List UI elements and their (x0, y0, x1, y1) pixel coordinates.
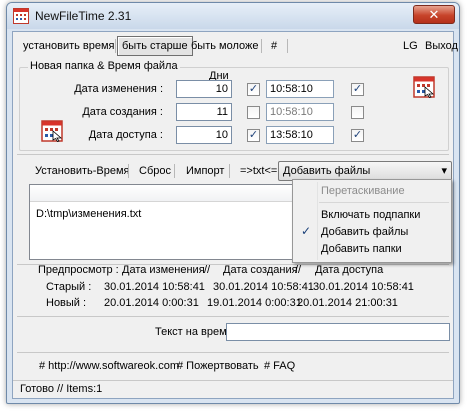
calendar-cursor-icon[interactable] (413, 76, 435, 98)
divider (17, 316, 449, 317)
menu-be-younger[interactable]: быть моложе (187, 36, 262, 56)
faq-link[interactable]: # FAQ (264, 360, 295, 372)
time-text-label: Текст на время (155, 326, 233, 338)
dropdown-menu: Перетаскивание Включать подпапки ✓ Добав… (292, 179, 452, 263)
menu-item-add-files[interactable]: Добавить файлы (321, 226, 408, 238)
modified-time-input[interactable]: 10:58:10 (266, 80, 334, 98)
accessed-time-checkbox[interactable]: ✓ (351, 129, 364, 142)
app-calendar-icon (13, 8, 29, 24)
modified-label: Дата изменения : (74, 83, 163, 95)
list-item[interactable]: D:\tmp\изменения.txt (36, 208, 141, 220)
calendar-cursor-icon[interactable] (41, 120, 63, 142)
menu-separator (319, 202, 449, 203)
created-time-input[interactable]: 10:58:10 (266, 103, 334, 121)
divider (17, 154, 449, 155)
chevron-down-icon: ▾ (441, 165, 447, 177)
preview-separator: // (295, 264, 302, 276)
old-created-value: 30.01.2014 10:58:41 (213, 281, 314, 293)
new-created-value: 19.01.2014 0:00:31 (207, 297, 302, 309)
app-window: NewFileTime 2.31 ✕ установить время быть… (6, 2, 460, 404)
created-time-checkbox[interactable] (351, 106, 364, 119)
new-label: Новый : (46, 297, 87, 309)
divider (17, 352, 449, 353)
menu-be-older[interactable]: быть старше (117, 36, 193, 56)
old-accessed-value: 30.01.2014 10:58:41 (313, 281, 414, 293)
close-button[interactable]: ✕ (413, 5, 455, 24)
menu-separator (115, 39, 116, 53)
import-button[interactable]: Импорт (186, 162, 224, 180)
modified-days-input[interactable]: 10 (176, 80, 232, 98)
created-date-checkbox[interactable] (247, 106, 260, 119)
preview-col-accessed: Дата доступа (315, 264, 384, 276)
menu-set-time[interactable]: установить время (19, 36, 119, 56)
title-bar[interactable]: NewFileTime 2.31 ✕ (7, 3, 459, 29)
toolbar-separator (128, 164, 129, 178)
menu-item-add-folders[interactable]: Добавить папки (321, 243, 402, 255)
website-link[interactable]: # http://www.softwareok.com (39, 360, 179, 372)
time-text-input[interactable] (226, 323, 450, 341)
created-days-input[interactable]: 11 (176, 103, 232, 121)
menu-separator (261, 39, 262, 53)
menu-language[interactable]: LG (399, 36, 422, 56)
preview-label: Предпросмотр : (38, 264, 119, 276)
menu-gutter (317, 182, 318, 260)
menu-hash[interactable]: # (267, 36, 281, 56)
accessed-days-input[interactable]: 10 (176, 126, 232, 144)
check-icon: ✓ (301, 224, 312, 238)
preview-col-created: Дата создания (223, 264, 298, 276)
add-files-dropdown[interactable]: Добавить файлы перетаскиванием ▾ (278, 161, 452, 195)
modified-time-checkbox[interactable]: ✓ (351, 83, 364, 96)
accessed-date-checkbox[interactable]: ✓ (247, 129, 260, 142)
old-modified-value: 30.01.2014 10:58:41 (104, 281, 205, 293)
new-accessed-value: 20.01.2014 21:00:31 (297, 297, 398, 309)
menu-header-drag-drop: Перетаскивание (321, 185, 405, 197)
accessed-time-input[interactable]: 13:58:10 (266, 126, 334, 144)
toolbar-separator (229, 164, 230, 178)
accessed-label: Дата доступа : (88, 129, 163, 141)
top-toolbar: установить время быть старше быть моложе… (13, 36, 458, 56)
menu-item-include-subfolders[interactable]: Включать подпапки (321, 209, 420, 221)
donate-link[interactable]: # Пожертвовать (177, 360, 259, 372)
toolbar-separator (174, 164, 175, 178)
status-text: Готово // Items:1 (20, 383, 103, 395)
set-time-button[interactable]: Установить-Время (35, 162, 130, 180)
old-label: Старый : (46, 281, 92, 293)
menu-separator (287, 39, 288, 53)
new-modified-value: 20.01.2014 0:00:31 (104, 297, 199, 309)
status-bar: Готово // Items:1 (13, 380, 453, 398)
group-title: Новая папка & Время файла (28, 60, 180, 72)
menu-exit[interactable]: Выход (421, 36, 459, 56)
window-title: NewFileTime 2.31 (35, 9, 132, 23)
created-label: Дата создания : (82, 106, 163, 118)
modified-date-checkbox[interactable]: ✓ (247, 83, 260, 96)
preview-col-modified: Дата изменения (122, 264, 205, 276)
reset-button[interactable]: Сброс (139, 162, 171, 180)
txt-convert-button[interactable]: =>txt<= (240, 162, 277, 180)
preview-separator: // (204, 264, 211, 276)
